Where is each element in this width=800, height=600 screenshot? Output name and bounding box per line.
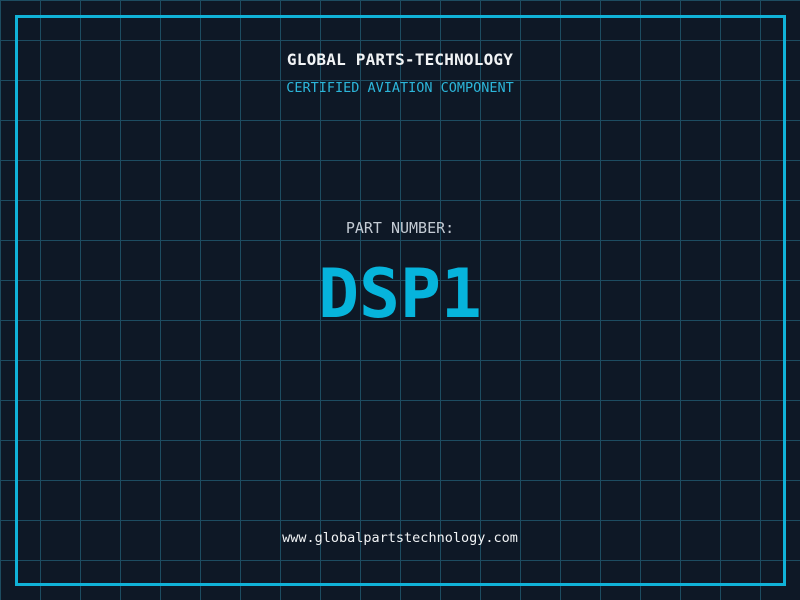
part-number-label: PART NUMBER: [0,219,800,237]
certification-subtitle: CERTIFIED AVIATION COMPONENT [0,80,800,96]
part-number-value: DSP1 [0,261,800,329]
website-url: www.globalpartstechnology.com [0,530,800,546]
page-content: GLOBAL PARTS-TECHNOLOGY CERTIFIED AVIATI… [0,0,800,600]
part-display-page: GLOBAL PARTS-TECHNOLOGY CERTIFIED AVIATI… [0,0,800,600]
company-name: GLOBAL PARTS-TECHNOLOGY [0,50,800,69]
